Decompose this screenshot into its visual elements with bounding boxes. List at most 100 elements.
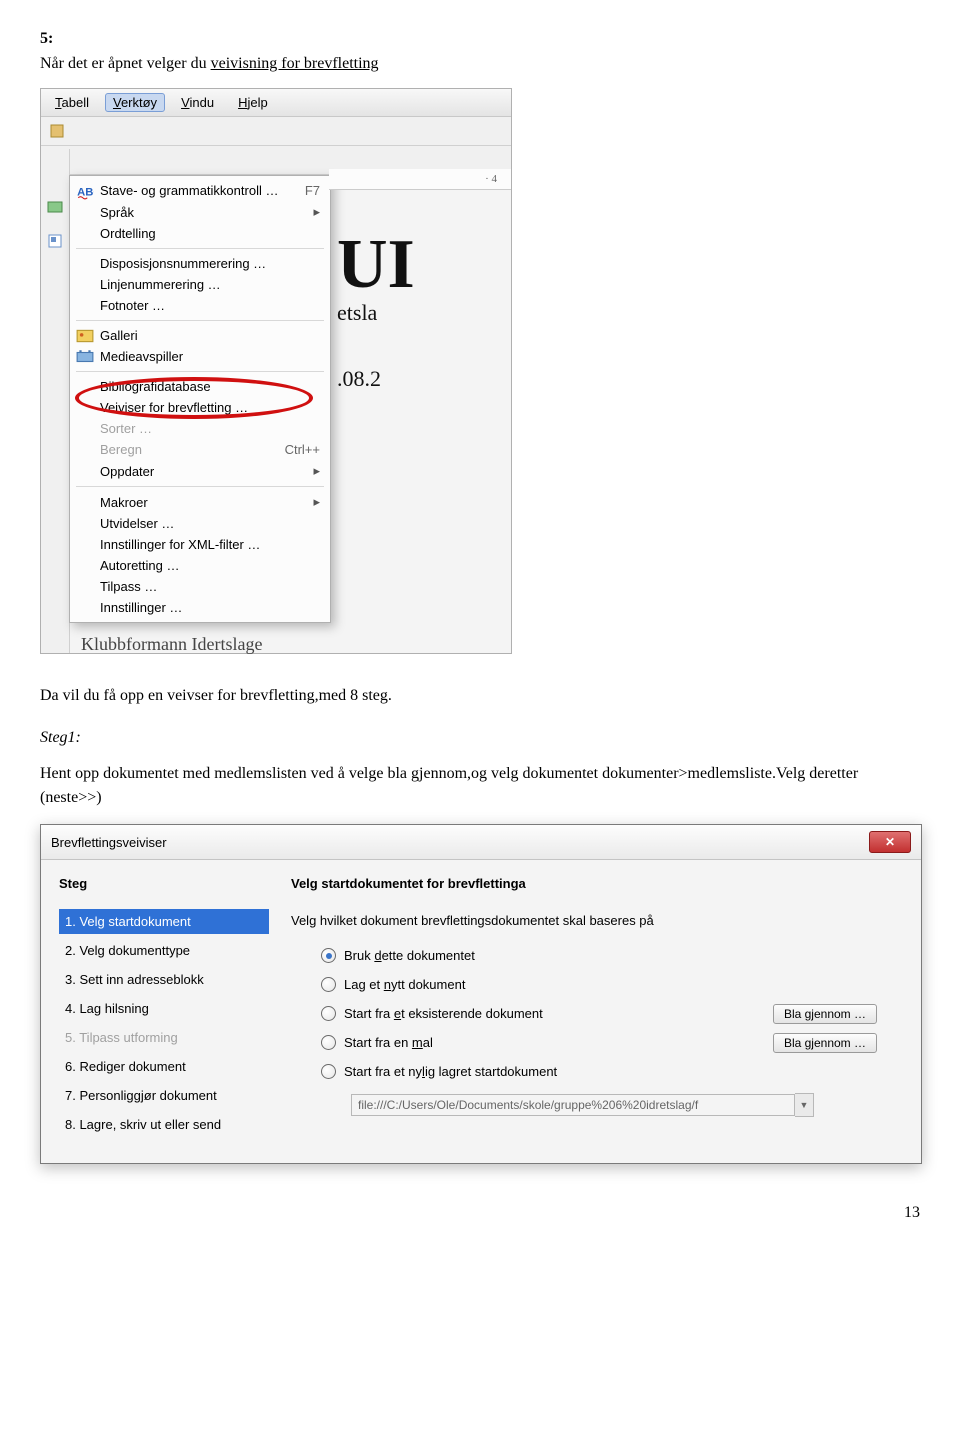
menu-item-label: Innstillinger … (100, 600, 182, 615)
gallery-icon (76, 328, 94, 344)
menu-tabell[interactable]: Tabell (47, 93, 97, 112)
blank-icon (76, 256, 94, 272)
path-field[interactable]: file:///C:/Users/Ole/Documents/skole/gru… (351, 1094, 795, 1116)
radio-button[interactable] (321, 1035, 336, 1050)
menu-item[interactable]: Oppdater ▸ (70, 460, 330, 482)
blank-icon (76, 516, 94, 532)
option-row[interactable]: Start fra en malBla gjennom … (321, 1035, 903, 1050)
wizard-right-heading: Velg startdokumentet for brevflettinga (291, 876, 903, 891)
menu-item[interactable]: Veiviser for brevfletting … (70, 397, 330, 418)
menu-separator (76, 371, 324, 372)
radio-button[interactable] (321, 1064, 336, 1079)
menu-item[interactable]: Innstillinger for XML-filter … (70, 534, 330, 555)
toolbar-icon[interactable] (49, 123, 65, 139)
wizard-body: Steg 1. Velg startdokument2. Velg dokume… (41, 860, 921, 1163)
blank-icon (76, 379, 94, 395)
menu-verktøy[interactable]: Verktøy (105, 93, 165, 112)
menu-separator (76, 320, 324, 321)
menu-item: Sorter … (70, 418, 330, 439)
wizard-step: 5. Tilpass utforming (59, 1025, 269, 1050)
menu-item-label: Medieavspiller (100, 349, 183, 364)
menu-item-label: Utvidelser … (100, 516, 174, 531)
submenu-arrow-icon: ▸ (313, 463, 320, 479)
browse-button[interactable]: Bla gjennom … (773, 1004, 877, 1024)
blank-icon (76, 298, 94, 314)
intro-text: Når det er åpnet velger du (40, 55, 211, 72)
option-row[interactable]: Start fra et nylig lagret startdokument (321, 1064, 903, 1079)
menubar[interactable]: Tabell Verktøy Vindu Hjelp (41, 89, 511, 117)
menu-item[interactable]: Tilpass … (70, 576, 330, 597)
radio-button[interactable] (321, 977, 336, 992)
blank-icon (76, 463, 94, 479)
radio-button[interactable] (321, 948, 336, 963)
menu-item-label: Språk (100, 205, 134, 220)
submenu-arrow-icon: ▸ (313, 204, 320, 220)
radio-button[interactable] (321, 1006, 336, 1021)
blank-icon (76, 600, 94, 616)
option-label: Start fra et eksisterende dokument (344, 1006, 543, 1021)
menu-hjelp[interactable]: Hjelp (230, 93, 276, 112)
blank-icon (76, 558, 94, 574)
wizard-step[interactable]: 6. Rediger dokument (59, 1054, 269, 1079)
option-row[interactable]: Bruk dette dokumentet (321, 948, 903, 963)
page-number: 13 (40, 1204, 920, 1222)
menu-item[interactable]: Fotnoter … (70, 295, 330, 316)
wizard-step[interactable]: 7. Personliggjør dokument (59, 1083, 269, 1108)
wizard-step[interactable]: 4. Lag hilsning (59, 996, 269, 1021)
doc-frag-2: .08.2 (329, 366, 511, 392)
steg1-text: Hent opp dokumentet med medlemslisten ve… (40, 762, 920, 810)
wizard-right-panel: Velg startdokumentet for brevflettinga V… (291, 876, 903, 1141)
wizard-step[interactable]: 1. Velg startdokument (59, 909, 269, 934)
option-row[interactable]: Lag et nytt dokument (321, 977, 903, 992)
menu-vindu[interactable]: Vindu (173, 93, 222, 112)
menu-item[interactable]: Innstillinger … (70, 597, 330, 618)
menu-item[interactable]: Ordtelling (70, 223, 330, 244)
menu-item-label: Tilpass … (100, 579, 157, 594)
close-button[interactable]: ✕ (869, 831, 911, 853)
menu-shortcut: F7 (285, 183, 320, 198)
menu-item[interactable]: ABCStave- og grammatikkontroll …F7 (70, 180, 330, 201)
menu-item-label: Makroer (100, 495, 148, 510)
option-row[interactable]: Start fra et eksisterende dokument Bla gj… (321, 1006, 903, 1021)
menu-item-label: Fotnoter … (100, 298, 165, 313)
wizard-step[interactable]: 8. Lagre, skriv ut eller send (59, 1112, 269, 1137)
menu-item[interactable]: Språk ▸ (70, 201, 330, 223)
doc-big-text: UI (329, 190, 511, 300)
blank-icon (76, 400, 94, 416)
side-icon-2[interactable] (47, 233, 63, 249)
wizard-right-sub: Velg hvilket dokument brevflettingsdokum… (291, 913, 903, 928)
menu-item[interactable]: Utvidelser … (70, 513, 330, 534)
menu-item-label: Sorter … (100, 421, 152, 436)
menu-item[interactable]: Autoretting … (70, 555, 330, 576)
screenshot-menu: TabellVerktøyVinduHjelp al ABCStave- og … (40, 88, 512, 654)
blank-icon (76, 494, 94, 510)
path-dropdown-trigger[interactable]: ▼ (795, 1093, 814, 1117)
heading-5: 5: (40, 30, 920, 48)
wizard-step[interactable]: 2. Velg dokumenttype (59, 938, 269, 963)
wizard-step[interactable]: 3. Sett inn adresseblokk (59, 967, 269, 992)
menu-item-label: Bibliografidatabase (100, 379, 211, 394)
menu-item-label: Galleri (100, 328, 138, 343)
menu-item[interactable]: Medieavspiller (70, 346, 330, 367)
browse-button[interactable]: Bla gjennom … (773, 1033, 877, 1053)
menu-item[interactable]: Linjenummerering … (70, 274, 330, 295)
menu-item-label: Oppdater (100, 464, 154, 479)
wizard-titlebar: Brevflettingsveiviser ✕ (41, 825, 921, 860)
menu-item[interactable]: Galleri (70, 325, 330, 346)
menu-item: BeregnCtrl++ (70, 439, 330, 460)
menu-item[interactable]: Makroer▸ (70, 491, 330, 513)
menu-item-label: Autoretting … (100, 558, 180, 573)
spell-icon: ABC (76, 183, 94, 199)
toolbar[interactable] (41, 117, 511, 146)
path-row: file:///C:/Users/Ole/Documents/skole/gru… (351, 1093, 903, 1117)
tools-dropdown[interactable]: ABCStave- og grammatikkontroll …F7 Språk ▸… (69, 175, 331, 623)
media-icon (76, 349, 94, 365)
doc-behind: · 4 UI etsla .08.2 (329, 169, 511, 392)
menu-item[interactable]: Bibliografidatabase (70, 376, 330, 397)
side-icon-1[interactable] (47, 199, 63, 215)
menu-item-label: Linjenummerering … (100, 277, 221, 292)
wizard-title: Brevflettingsveiviser (51, 835, 167, 850)
between-text: Da vil du få opp en veivser for brevflet… (40, 684, 920, 708)
menu-item[interactable]: Disposisjonsnummerering … (70, 253, 330, 274)
blank-icon (76, 204, 94, 220)
